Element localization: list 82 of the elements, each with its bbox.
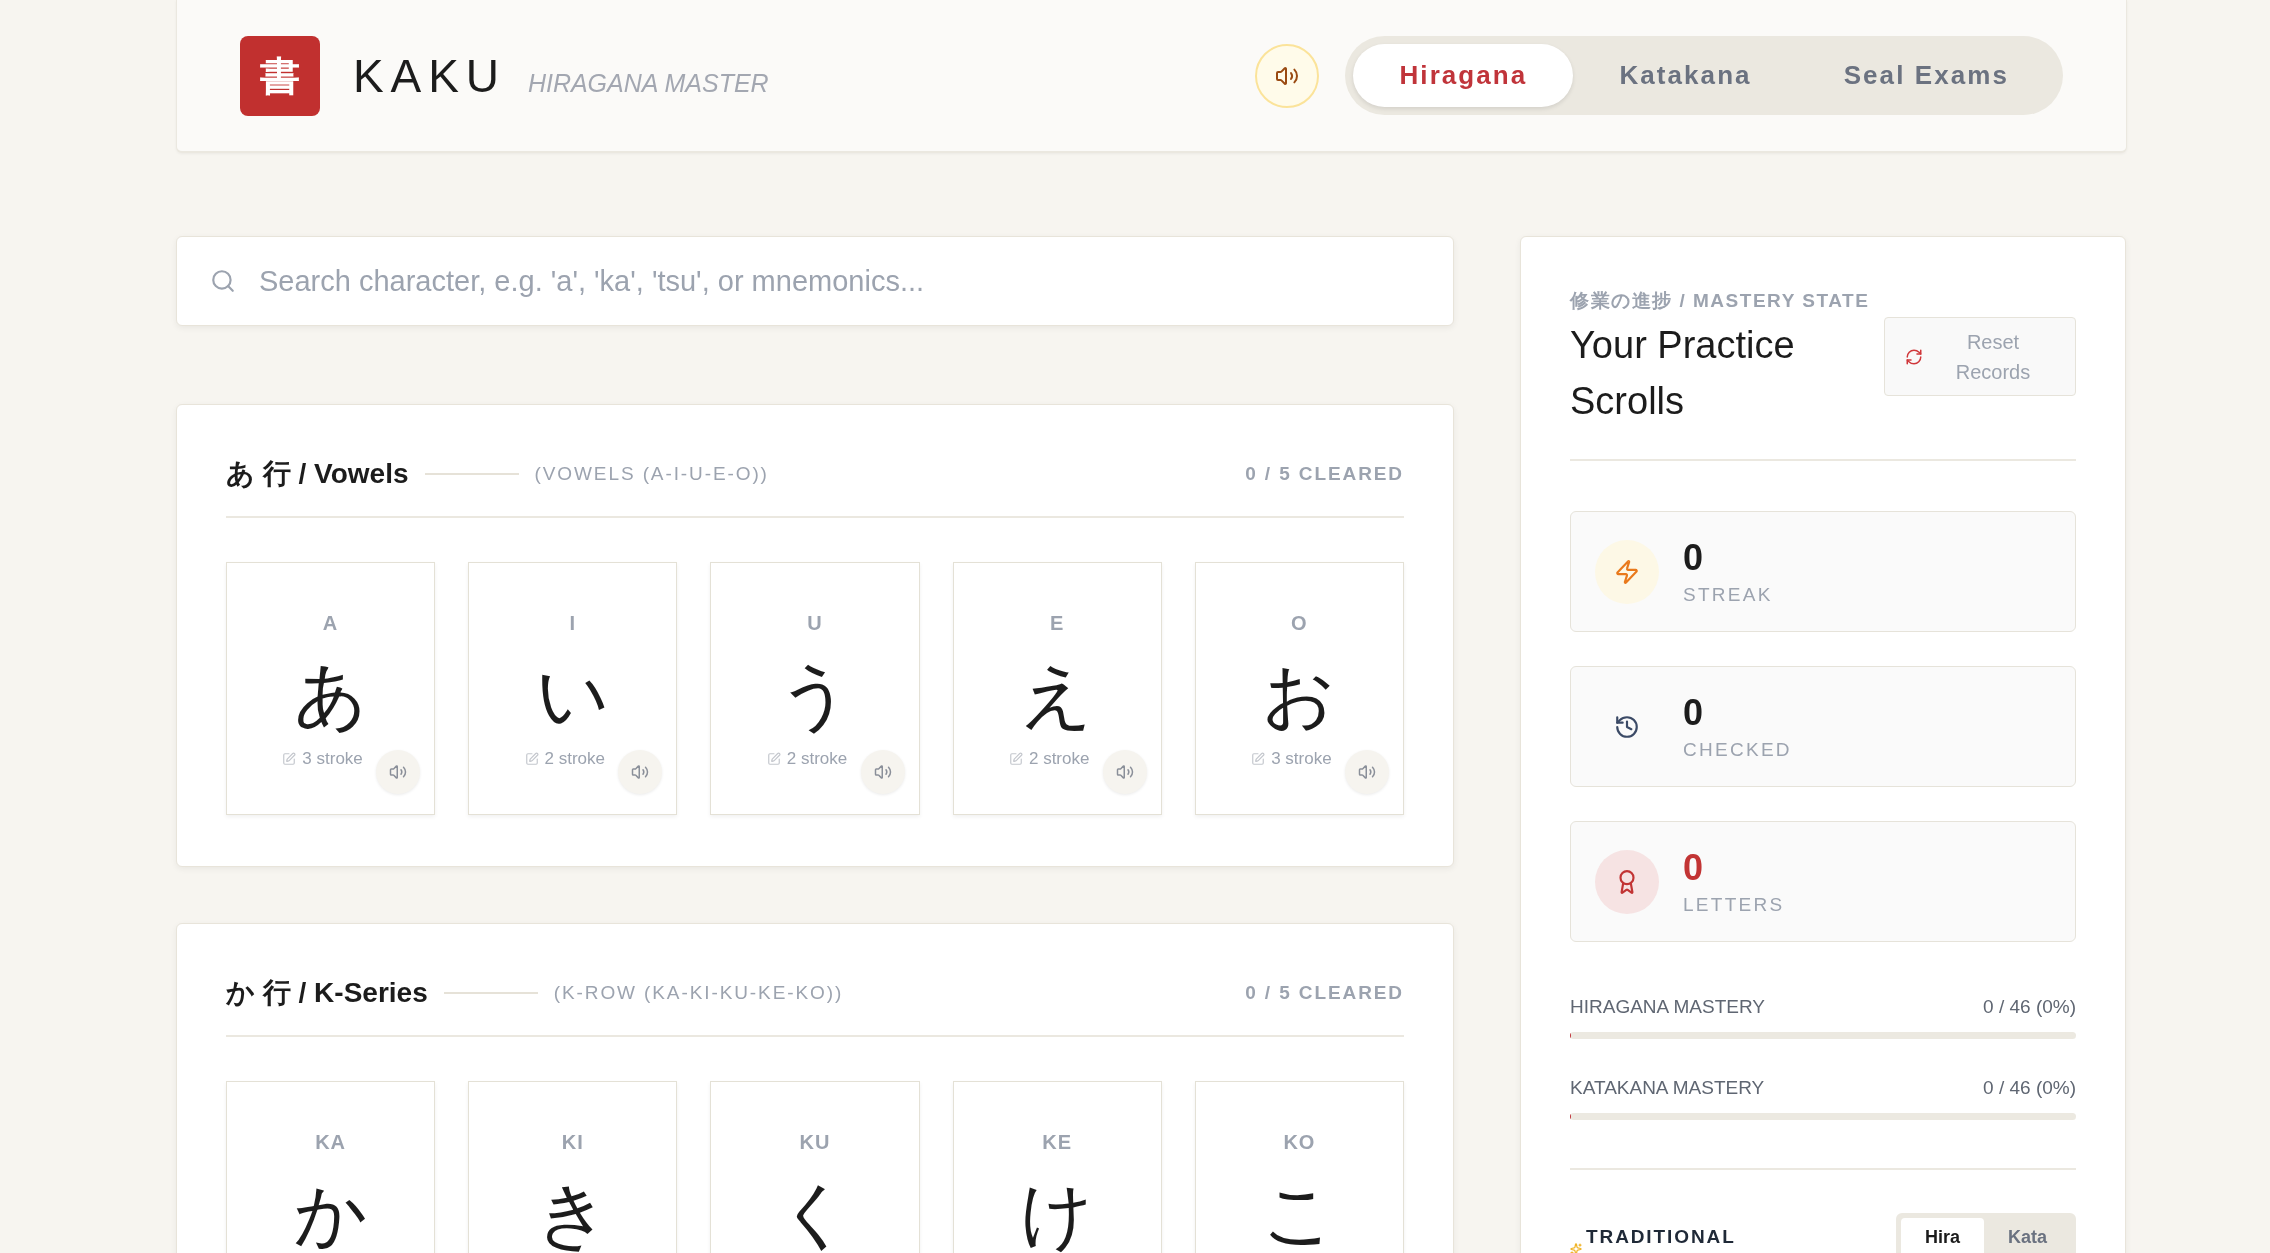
- mastery-reading: 0 / 46 (0%): [1983, 1076, 2076, 1100]
- mastery-reading: 0 / 46 (0%): [1983, 995, 2076, 1019]
- sparkle-icon: [1570, 1243, 1582, 1253]
- kana-character: う: [778, 657, 852, 733]
- panel-eyebrow: 修業の進捗 / MASTERY STATE: [1570, 289, 1871, 313]
- pencil-icon: [1008, 752, 1023, 766]
- row-title: か 行 / K-Series: [226, 976, 428, 1010]
- stat-value: 0: [1683, 846, 1705, 889]
- logo: 書: [240, 35, 320, 116]
- play-sound-button[interactable]: [376, 750, 421, 794]
- toggle-option[interactable]: Hira: [1900, 1218, 1984, 1253]
- kana-character: い: [535, 657, 610, 733]
- stat-label: LETTERS: [1683, 892, 1785, 917]
- kana-character: お: [1262, 657, 1337, 733]
- toggle-option[interactable]: Kata: [1984, 1218, 2071, 1253]
- speaker-icon: [873, 763, 892, 781]
- kana-character: か: [293, 1176, 368, 1252]
- stat-label: STREAK: [1683, 582, 1773, 607]
- kana-card[interactable]: KU く: [710, 1081, 920, 1253]
- stat-label: CHECKED: [1683, 737, 1792, 762]
- play-sound-button[interactable]: [618, 750, 663, 794]
- romaji-label: O: [1291, 611, 1308, 635]
- refresh-icon: [1905, 347, 1923, 366]
- pencil-icon: [282, 752, 297, 766]
- app-subtitle: HIRAGANA MASTER: [527, 67, 769, 98]
- panel-title: Your Practice Scrolls: [1570, 323, 1796, 424]
- stroke-count: 3 stroke: [1271, 748, 1332, 770]
- nav-tab[interactable]: Seal Exams: [1797, 44, 2055, 107]
- kana-character: あ: [293, 657, 368, 733]
- kana-card[interactable]: KA か: [226, 1081, 436, 1253]
- romaji-label: E: [1050, 611, 1065, 635]
- kana-card[interactable]: A あ 3 stroke: [226, 562, 436, 815]
- speaker-icon: [1358, 763, 1376, 781]
- pencil-icon: [524, 752, 539, 766]
- romaji-label: KA: [315, 1130, 347, 1154]
- kana-card[interactable]: KE け: [952, 1081, 1162, 1253]
- history-icon: [1614, 713, 1640, 740]
- kana-character: き: [535, 1176, 610, 1252]
- stroke-count: 2 stroke: [544, 748, 606, 770]
- speaker-icon: [1115, 763, 1134, 781]
- speaker-icon: [389, 763, 408, 781]
- row-title: あ 行 / Vowels: [226, 457, 409, 491]
- kana-card[interactable]: O お 3 stroke: [1194, 562, 1404, 815]
- mastery-label: KATAKANA MASTERY: [1570, 1076, 1765, 1100]
- traditional-heading: TRADITIONAL: [1586, 1225, 1736, 1249]
- stroke-count: 2 stroke: [786, 748, 848, 770]
- row-subtitle: (VOWELS (A-I-U-E-O)): [534, 462, 769, 486]
- play-sound-button[interactable]: [860, 750, 905, 794]
- kana-character: く: [778, 1176, 852, 1252]
- search-icon: [210, 268, 236, 294]
- play-sound-button[interactable]: [1345, 750, 1389, 794]
- romaji-label: KO: [1283, 1130, 1316, 1154]
- kana-card[interactable]: I い 2 stroke: [468, 562, 678, 815]
- romaji-label: KU: [799, 1130, 831, 1154]
- kana-character: こ: [1262, 1176, 1337, 1252]
- app-title: KAKU: [353, 48, 506, 104]
- speaker-icon: [631, 763, 650, 781]
- romaji-label: I: [569, 611, 577, 635]
- nav-tab[interactable]: Katakana: [1573, 44, 1798, 107]
- play-sound-button[interactable]: [1102, 750, 1147, 794]
- nav-tab[interactable]: Hiragana: [1353, 44, 1574, 107]
- kana-character: え: [1020, 657, 1095, 733]
- romaji-label: A: [322, 611, 339, 635]
- kana-card[interactable]: U う 2 stroke: [710, 562, 920, 815]
- kana-character: け: [1020, 1176, 1095, 1252]
- stroke-count: 3 stroke: [302, 748, 363, 770]
- romaji-label: U: [807, 611, 823, 635]
- stat-value: 0: [1683, 536, 1705, 579]
- kana-card[interactable]: KI き: [468, 1081, 678, 1253]
- kana-card[interactable]: KO こ: [1194, 1081, 1404, 1253]
- cleared-count: 0 / 5 CLEARED: [1245, 462, 1404, 486]
- pencil-icon: [1251, 752, 1266, 766]
- pencil-icon: [766, 752, 781, 766]
- search-field[interactable]: Search character, e.g. 'a', 'ka', 'tsu', or mnemonics...: [176, 236, 1454, 326]
- row-subtitle: (K-ROW (KA-KI-KU-KE-KO)): [553, 981, 844, 1005]
- cleared-count: 0 / 5 CLEARED: [1245, 981, 1404, 1005]
- stroke-count: 2 stroke: [1028, 748, 1090, 770]
- romaji-label: KE: [1042, 1130, 1073, 1154]
- stat-value: 0: [1683, 691, 1705, 734]
- romaji-label: KI: [561, 1130, 584, 1154]
- mastery-label: HIRAGANA MASTERY: [1570, 995, 1765, 1019]
- kana-card[interactable]: E え 2 stroke: [952, 562, 1162, 815]
